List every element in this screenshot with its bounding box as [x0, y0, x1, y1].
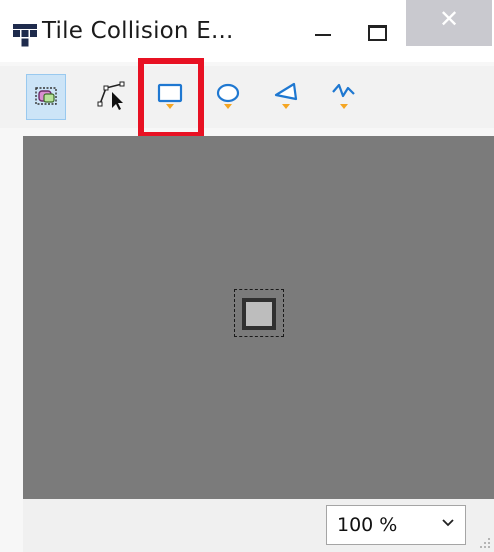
edit-polygons-tool[interactable]	[92, 74, 132, 120]
chevron-down-icon	[442, 519, 454, 527]
insert-polyline-icon	[332, 83, 355, 109]
edit-polygons-icon	[97, 81, 125, 110]
close-button[interactable]: ✕	[406, 0, 492, 46]
insert-ellipse-icon	[216, 83, 240, 109]
status-bar: 100 %	[23, 499, 494, 552]
insert-ellipse-tool[interactable]	[208, 74, 248, 120]
toolbar	[0, 66, 494, 128]
select-objects-tool[interactable]	[26, 74, 66, 120]
insert-rectangle-tool[interactable]	[150, 74, 190, 120]
collision-canvas[interactable]	[23, 136, 494, 499]
maximize-button[interactable]	[356, 12, 396, 52]
tile-preview	[242, 298, 276, 330]
window-title: Tile Collision E...	[42, 18, 234, 44]
insert-polyline-tool[interactable]	[324, 74, 364, 120]
minimize-icon	[315, 34, 331, 36]
left-margin	[0, 128, 23, 552]
resize-grip-icon[interactable]	[478, 536, 492, 550]
close-icon: ✕	[438, 5, 460, 33]
tiled-logo-icon	[13, 24, 37, 47]
zoom-select[interactable]: 100 %	[326, 505, 466, 545]
zoom-value: 100 %	[337, 514, 398, 536]
title-bar[interactable]: Tile Collision E... ✕	[0, 0, 494, 62]
minimize-button[interactable]	[302, 12, 342, 52]
maximize-icon	[368, 25, 387, 41]
tile-collision-editor-window: Tile Collision E... ✕ 100 %	[0, 0, 494, 552]
select-objects-icon	[35, 87, 57, 105]
insert-rectangle-icon	[157, 83, 183, 109]
insert-polygon-icon	[274, 82, 298, 109]
insert-polygon-tool[interactable]	[266, 74, 306, 120]
